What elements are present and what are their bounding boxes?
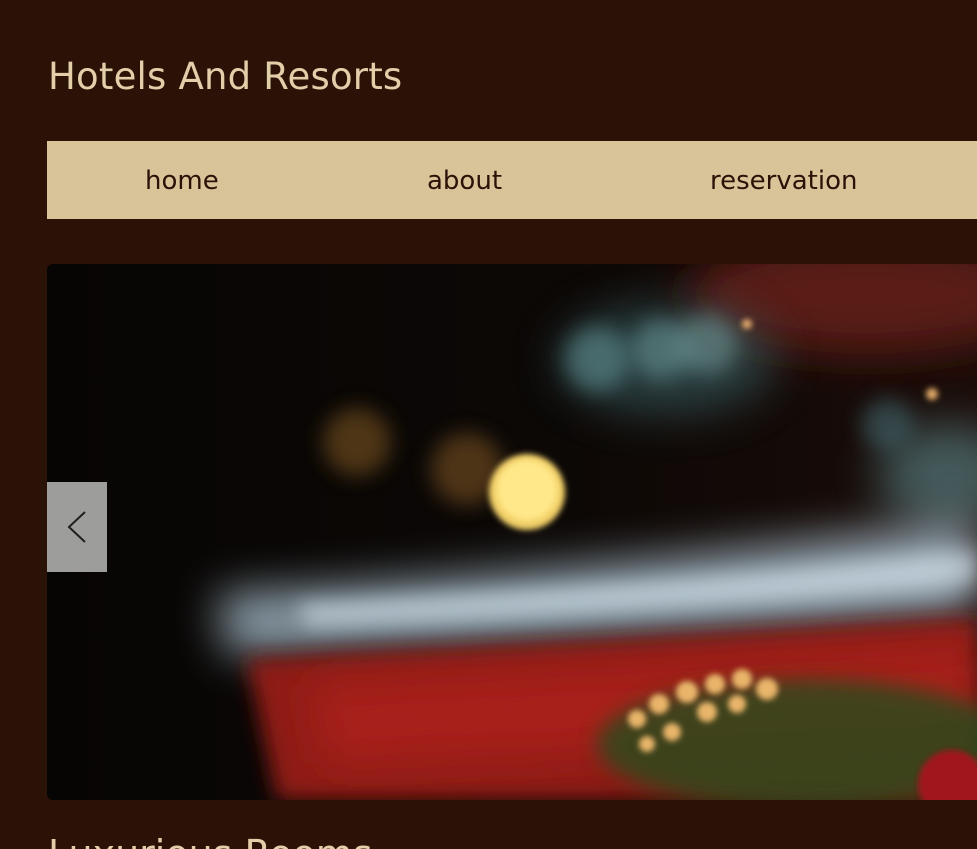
slider-prev-button[interactable] [47,482,107,572]
nav-item-about[interactable]: about [427,141,502,219]
nav-item-home[interactable]: home [145,141,219,219]
section-heading: Luxurious Rooms [48,832,373,849]
nav-item-reservation[interactable]: reservation [710,141,857,219]
chevron-left-icon [67,511,86,543]
main-nav: home about reservation [47,141,977,219]
hero-slider-image [47,264,977,800]
site-title: Hotels And Resorts [48,55,403,98]
